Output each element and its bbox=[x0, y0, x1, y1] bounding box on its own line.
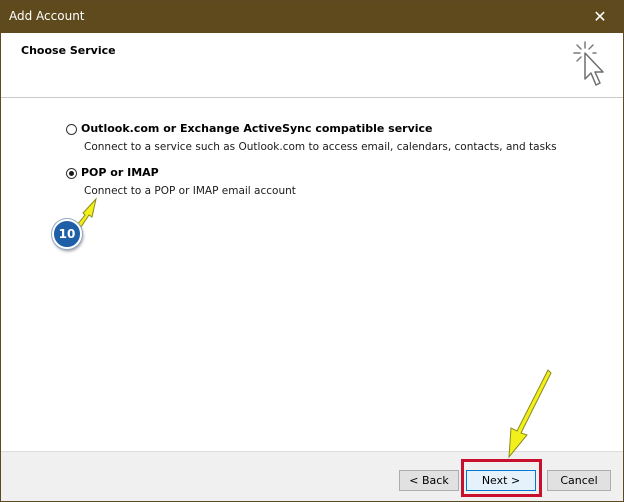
option-label[interactable]: Outlook.com or Exchange ActiveSync compa… bbox=[81, 122, 433, 135]
option-label[interactable]: POP or IMAP bbox=[81, 166, 159, 179]
add-account-dialog: Add Account ✕ Choose Service Outlook.com… bbox=[0, 0, 624, 502]
wizard-cursor-icon bbox=[573, 41, 604, 86]
next-button[interactable]: Next > bbox=[466, 470, 536, 491]
back-button[interactable]: < Back bbox=[399, 470, 459, 491]
radio-outlook-exchange[interactable] bbox=[66, 124, 77, 135]
step-number-badge: 10 bbox=[52, 219, 82, 249]
window-title: Add Account bbox=[9, 9, 85, 23]
wizard-header: Choose Service bbox=[1, 33, 623, 98]
option-description: Connect to a POP or IMAP email account bbox=[84, 185, 296, 197]
close-button[interactable]: ✕ bbox=[577, 1, 623, 33]
button-bar: < Back Next > Cancel bbox=[1, 451, 623, 501]
options-panel: Outlook.com or Exchange ActiveSync compa… bbox=[1, 98, 623, 451]
option-description: Connect to a service such as Outlook.com… bbox=[84, 141, 557, 153]
cancel-button[interactable]: Cancel bbox=[547, 470, 611, 491]
page-title: Choose Service bbox=[21, 44, 116, 57]
radio-pop-imap[interactable] bbox=[66, 168, 77, 179]
title-bar[interactable]: Add Account ✕ bbox=[1, 1, 623, 33]
